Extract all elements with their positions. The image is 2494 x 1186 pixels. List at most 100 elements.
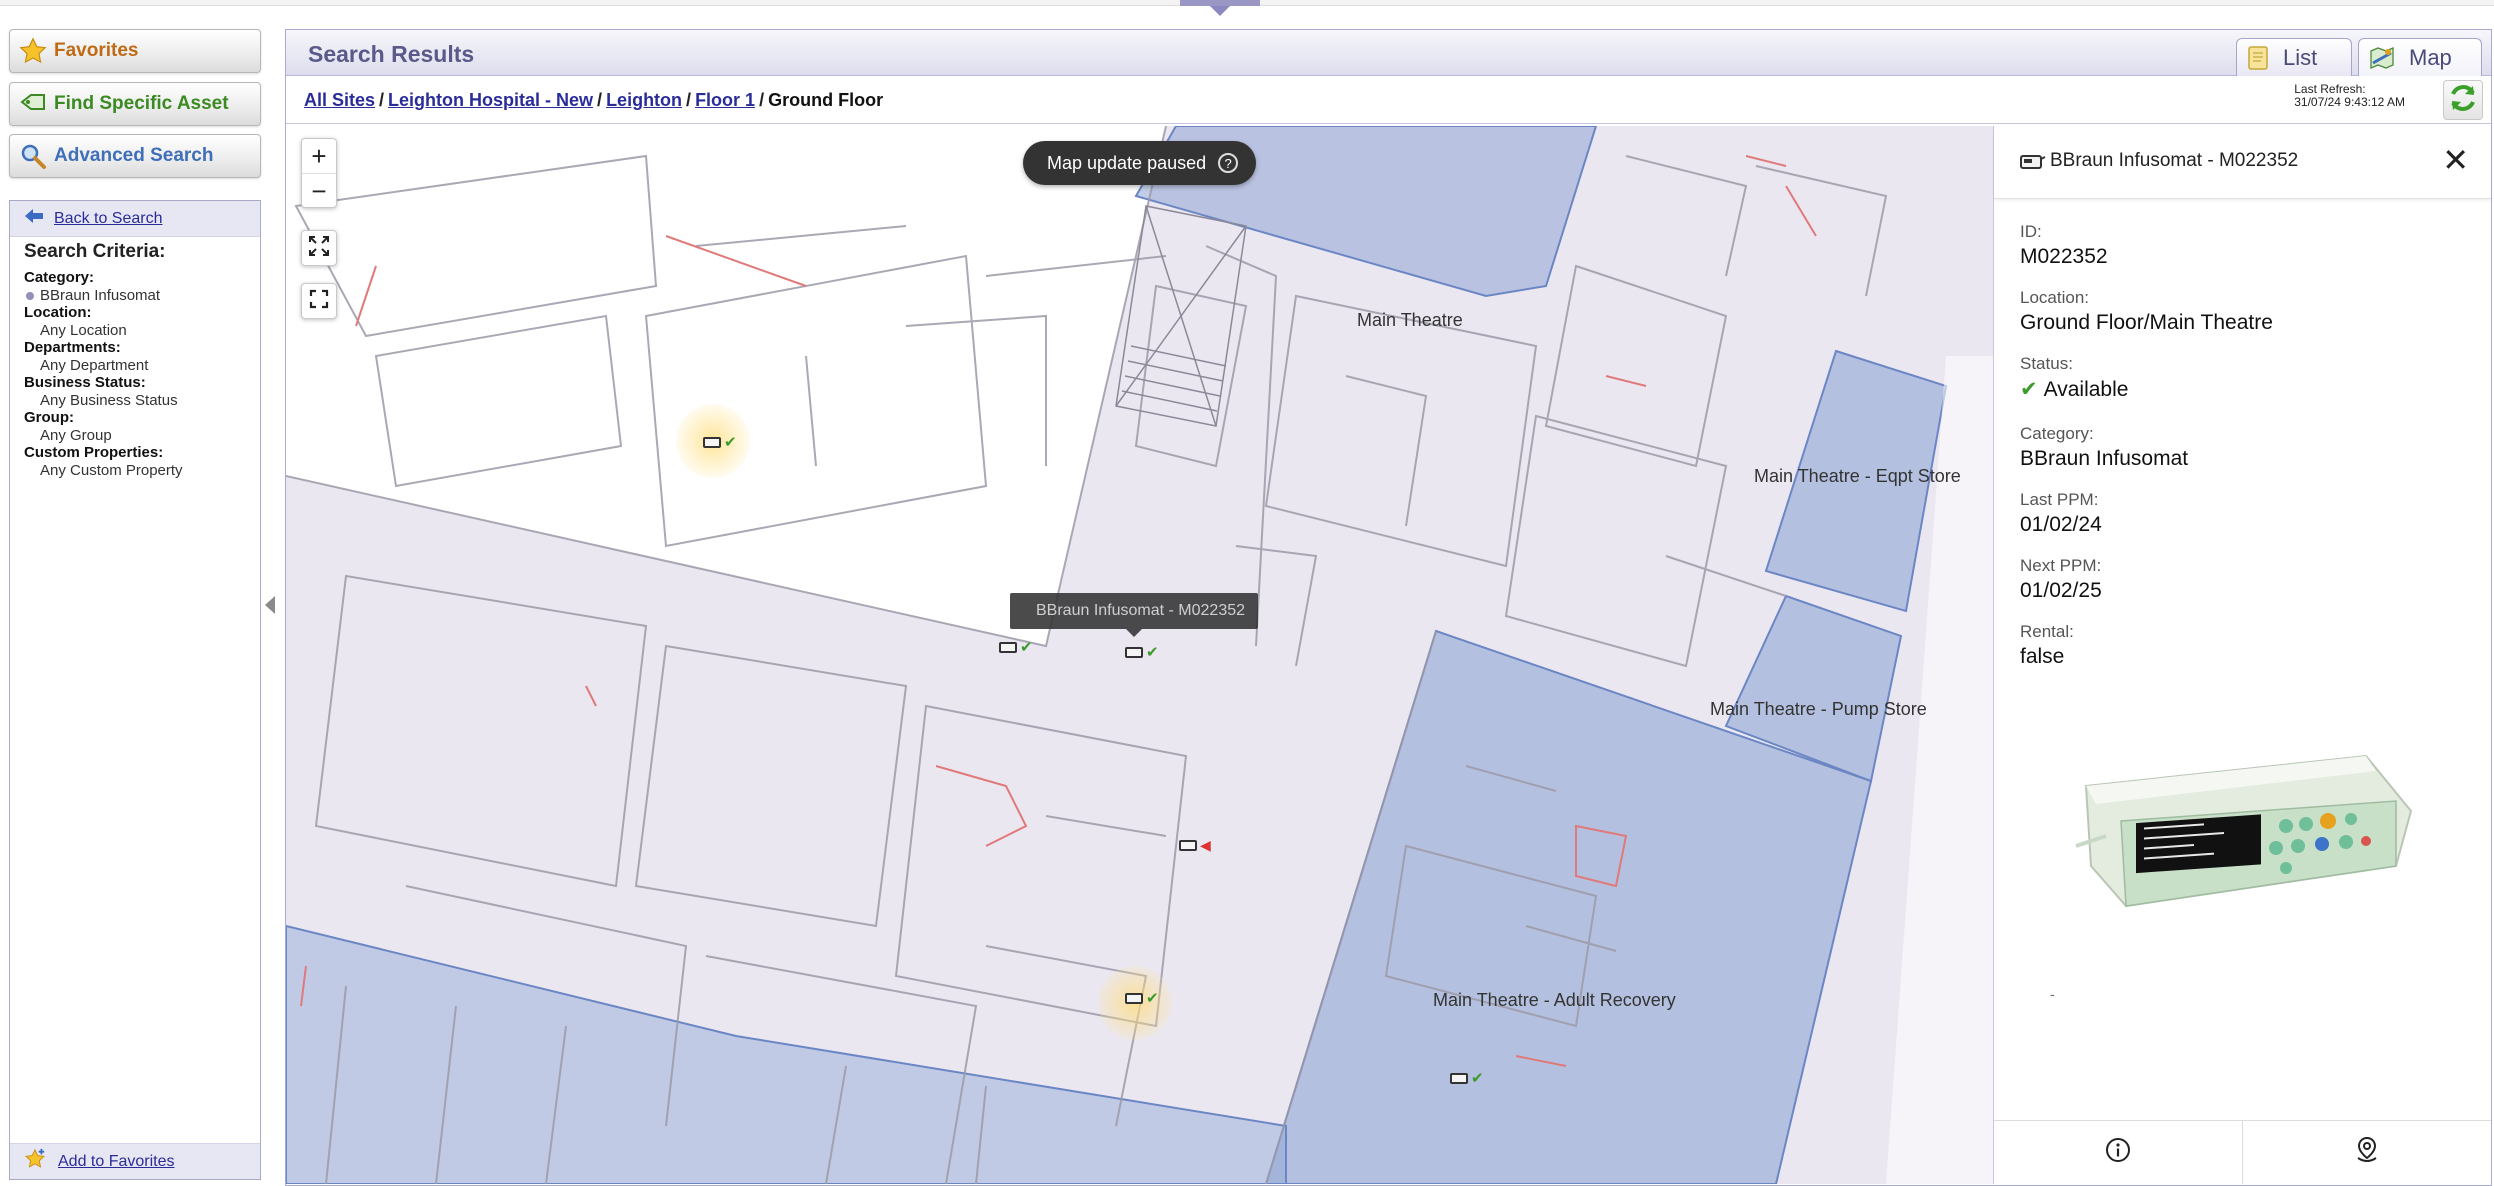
locate-on-map-button[interactable] bbox=[2243, 1121, 2491, 1184]
info-circle-icon bbox=[2105, 1137, 2131, 1168]
criteria-value-group: Any Group bbox=[40, 427, 112, 444]
magnifier-icon bbox=[18, 141, 48, 171]
add-to-favorites-link[interactable]: Add to Favorites bbox=[58, 1153, 175, 1171]
field-location-label: Location: bbox=[2020, 288, 2089, 307]
field-next-ppm: Next PPM: 01/02/25 bbox=[2020, 556, 2102, 603]
tag-icon bbox=[18, 89, 48, 119]
top-notch-arrow-icon[interactable] bbox=[1210, 6, 1230, 16]
check-icon: ✔ bbox=[1020, 639, 1033, 656]
star-plus-icon[interactable] bbox=[24, 1148, 46, 1175]
favorites-button[interactable]: Favorites bbox=[9, 29, 261, 73]
search-criteria-panel: Back to Search Search Criteria: Category… bbox=[9, 200, 261, 1180]
asset-marker[interactable]: ✔ bbox=[1450, 1069, 1484, 1087]
criteria-label-category: Category: bbox=[24, 269, 95, 286]
field-id: ID: M022352 bbox=[2020, 222, 2108, 269]
last-refresh-timestamp: 31/07/24 9:43:12 AM bbox=[2294, 95, 2405, 109]
check-icon: ✔ bbox=[2020, 378, 2038, 401]
asset-marker[interactable]: ✔ bbox=[999, 638, 1033, 656]
back-to-search-link[interactable]: Back to Search bbox=[54, 210, 163, 228]
breadcrumb-leighton[interactable]: Leighton bbox=[606, 90, 682, 110]
fullscreen-icon bbox=[309, 289, 329, 314]
breadcrumb-all-sites[interactable]: All Sites bbox=[304, 90, 375, 110]
infusion-pump-icon bbox=[703, 436, 721, 448]
criteria-value-business-status: Any Business Status bbox=[40, 392, 178, 409]
criteria-label-business-status: Business Status: bbox=[24, 374, 146, 391]
criteria-value-location: Any Location bbox=[40, 322, 127, 339]
field-location: Location: Ground Floor/Main Theatre bbox=[2020, 288, 2273, 335]
field-status-value: Available bbox=[2043, 378, 2129, 401]
map-update-paused-label: Map update paused bbox=[1047, 152, 1207, 173]
tab-list[interactable]: List bbox=[2236, 38, 2352, 76]
infusion-pump-icon bbox=[1125, 992, 1143, 1004]
breadcrumb-separator: / bbox=[686, 90, 692, 110]
check-icon: ✔ bbox=[1146, 990, 1159, 1007]
expand-arrows-icon bbox=[308, 235, 330, 262]
room-label-eqpt-store: Main Theatre - Eqpt Store bbox=[1754, 466, 1961, 486]
image-caption: - bbox=[2050, 986, 2055, 1002]
field-last-ppm: Last PPM: 01/02/24 bbox=[2020, 490, 2102, 537]
infusion-pump-icon bbox=[999, 641, 1017, 653]
breadcrumb-separator: / bbox=[759, 90, 765, 110]
list-note-icon bbox=[2247, 45, 2269, 71]
advanced-search-button[interactable]: Advanced Search bbox=[9, 134, 261, 178]
advanced-search-label: Advanced Search bbox=[54, 145, 214, 166]
back-arrow-icon[interactable] bbox=[24, 208, 44, 229]
map-update-paused-badge[interactable]: Map update paused ? bbox=[1023, 141, 1257, 185]
find-specific-asset-button[interactable]: Find Specific Asset bbox=[9, 82, 261, 126]
field-category-value: BBraun Infusomat bbox=[2020, 447, 2189, 470]
find-specific-asset-label: Find Specific Asset bbox=[54, 93, 229, 114]
field-rental-label: Rental: bbox=[2020, 622, 2074, 641]
criteria-label-custom-properties: Custom Properties: bbox=[24, 444, 164, 461]
fit-map-button[interactable] bbox=[301, 230, 337, 266]
results-header: Search Results List Map bbox=[286, 30, 2491, 76]
refresh-button[interactable] bbox=[2443, 80, 2483, 120]
zoom-in-button[interactable]: + bbox=[302, 139, 336, 174]
warning-icon: ◀ bbox=[1200, 837, 1211, 853]
info-button[interactable] bbox=[1994, 1121, 2243, 1184]
zoom-control: + − bbox=[301, 138, 337, 208]
asset-tooltip: BBraun Infusomat - M022352 bbox=[1010, 593, 1258, 637]
breadcrumb-separator: / bbox=[379, 90, 385, 110]
collapse-panel-arrow-icon[interactable] bbox=[265, 596, 275, 614]
breadcrumb: All Sites / Leighton Hospital - New / Leight… bbox=[304, 90, 883, 111]
infusion-pump-icon bbox=[1125, 646, 1143, 658]
last-refresh: Last Refresh: 31/07/24 9:43:12 AM bbox=[2294, 83, 2405, 109]
field-status-label: Status: bbox=[2020, 354, 2073, 373]
criteria-label-location: Location: bbox=[24, 304, 92, 321]
breadcrumb-bar: All Sites / Leighton Hospital - New / Leight… bbox=[286, 76, 2491, 124]
add-to-favorites-bar: Add to Favorites bbox=[10, 1143, 260, 1179]
floor-map[interactable]: + − Map update paused ? Main Theatre Mai… bbox=[286, 126, 1993, 1184]
field-id-value: M022352 bbox=[2020, 245, 2108, 268]
criteria-label-group: Group: bbox=[24, 409, 74, 426]
criteria-value-departments: Any Department bbox=[40, 357, 149, 374]
tab-map[interactable]: Map bbox=[2358, 38, 2482, 76]
back-to-search-bar: Back to Search bbox=[10, 201, 260, 237]
main-panel: Search Results List Map All Sites / Leight… bbox=[285, 29, 2492, 1186]
close-icon[interactable]: ✕ bbox=[2442, 144, 2469, 176]
help-circle-icon[interactable]: ? bbox=[1218, 153, 1239, 173]
page-title: Search Results bbox=[308, 41, 475, 67]
field-next-ppm-label: Next PPM: bbox=[2020, 556, 2102, 575]
asset-marker-selected[interactable]: ✔ bbox=[1125, 643, 1159, 661]
field-rental: Rental: false bbox=[2020, 622, 2074, 669]
asset-marker[interactable]: ✔ bbox=[1125, 989, 1159, 1007]
asset-details-panel: BBraun Infusomat - M022352 ✕ ID: M022352… bbox=[1993, 126, 2491, 1184]
field-status-row: ✔ Available bbox=[2020, 377, 2128, 402]
asset-marker[interactable]: ◀ bbox=[1179, 837, 1211, 854]
field-rental-value: false bbox=[2020, 645, 2065, 668]
check-icon: ✔ bbox=[1146, 644, 1159, 661]
infusion-pump-image bbox=[2066, 716, 2426, 921]
refresh-icon bbox=[2447, 82, 2479, 119]
zoom-out-button[interactable]: − bbox=[302, 174, 336, 209]
breadcrumb-leighton-hospital-new[interactable]: Leighton Hospital - New bbox=[388, 90, 593, 110]
field-last-ppm-label: Last PPM: bbox=[2020, 490, 2099, 509]
field-last-ppm-value: 01/02/24 bbox=[2020, 513, 2102, 536]
asset-marker[interactable]: ✔ bbox=[703, 433, 737, 451]
field-location-value: Ground Floor/Main Theatre bbox=[2020, 311, 2273, 334]
asset-details-title: BBraun Infusomat - M022352 bbox=[2050, 150, 2299, 171]
breadcrumb-floor-1[interactable]: Floor 1 bbox=[695, 90, 755, 110]
fullscreen-button[interactable] bbox=[301, 283, 337, 319]
room-label-pump-store: Main Theatre - Pump Store bbox=[1710, 699, 1927, 719]
map-pin-icon bbox=[2354, 1136, 2380, 1169]
check-icon: ✔ bbox=[724, 434, 737, 451]
